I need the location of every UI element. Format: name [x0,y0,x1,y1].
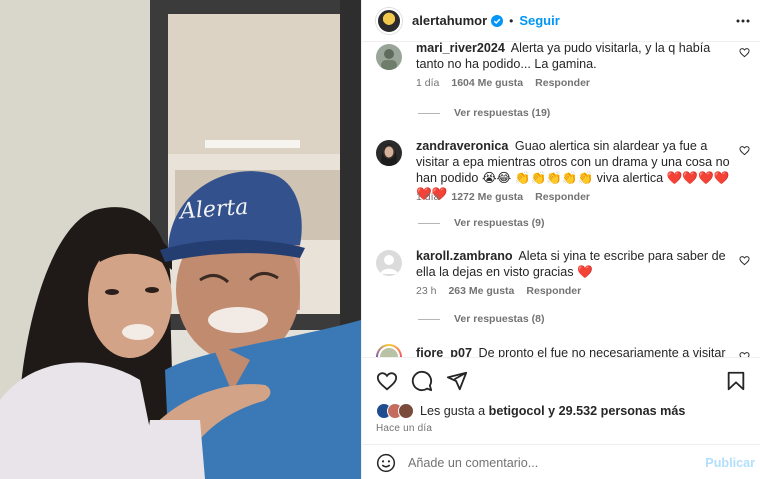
comment-age[interactable]: 1 día [416,191,439,203]
comment-heart-emoji: ❤️ [577,265,593,279]
share-send-icon[interactable] [446,370,468,392]
publish-button[interactable]: Publicar [705,456,755,470]
comment-age[interactable]: 1 día [416,77,439,89]
commenter-avatar[interactable] [376,140,402,166]
like-comment-icon[interactable] [739,47,750,58]
header-separator: • [509,13,514,28]
reply-button[interactable]: Responder [535,77,590,89]
reply-button[interactable]: Responder [535,191,590,203]
comment-text: karoll.zambrano Aleta si yina te escribe… [416,248,741,280]
like-heart-icon[interactable] [376,370,398,392]
post-timestamp[interactable]: Hace un día [376,423,432,434]
like-comment-icon[interactable] [739,255,750,266]
likes-prefix: Les gusta a [420,404,486,418]
follow-button[interactable]: Seguir [519,13,559,28]
comment-username[interactable]: karoll.zambrano [416,249,513,263]
commenter-avatar[interactable] [376,250,402,276]
comment-meta: 1 día 1272 Me gusta Responder [416,191,590,203]
comment-input[interactable] [408,455,698,470]
view-replies-label: Ver respuestas (9) [454,217,545,229]
likes-count[interactable]: y 29.532 personas más [548,404,685,418]
comment-username[interactable]: fiore_p07 [416,346,472,357]
more-options-icon[interactable] [735,13,751,29]
view-replies-button[interactable]: Ver respuestas (8) [418,313,544,325]
author-username[interactable]: alertahumor [412,13,487,28]
likes-summary: Les gusta a betigocol y 29.532 personas … [376,403,685,419]
commenter-avatar[interactable] [376,44,402,70]
author-avatar[interactable] [376,7,402,34]
reply-button[interactable]: Responder [526,285,581,297]
comment-meta: 23 h 263 Me gusta Responder [416,285,581,297]
bookmark-save-icon[interactable] [725,370,747,392]
comment-meta: 1 día 1604 Me gusta Responder [416,77,590,89]
view-replies-label: Ver respuestas (19) [454,107,551,119]
post-actions: Les gusta a betigocol y 29.532 personas … [362,357,760,479]
view-replies-label: Ver respuestas (8) [454,313,545,325]
comment-likes[interactable]: 263 Me gusta [448,285,514,297]
comment-age[interactable]: 23 h [416,285,436,297]
liked-by-username[interactable]: betigocol [489,404,545,418]
comment-likes[interactable]: 1604 Me gusta [451,77,523,89]
comment-bubble-icon[interactable] [411,370,433,392]
comment-text: fiore_p07 De pronto el fue no necesariam… [416,345,741,357]
liker-avatars[interactable] [376,403,414,419]
post-sidebar: alertahumor • Seguir mari_river2024 Aler… [361,0,760,479]
post-photo[interactable]: Alerta [0,0,361,479]
add-comment-bar: Publicar [362,444,760,479]
comment-username[interactable]: mari_river2024 [416,42,505,55]
instagram-post-modal: Alerta alertahumor • Seguir mari_river20… [0,0,760,479]
emoji-picker-icon[interactable] [376,453,396,473]
photo-illustration: Alerta [0,0,361,479]
comments-list[interactable]: mari_river2024 Alerta ya pudo visitarla,… [362,42,760,357]
action-icons [376,370,468,392]
like-comment-icon[interactable] [739,145,750,156]
commenter-avatar-story[interactable] [376,344,402,357]
comment-likes[interactable]: 1272 Me gusta [451,191,523,203]
post-header: alertahumor • Seguir [362,0,760,42]
view-replies-button[interactable]: Ver respuestas (19) [418,107,550,119]
cap-text: Alerta [177,195,249,225]
verified-badge-icon [491,14,504,27]
view-replies-button[interactable]: Ver respuestas (9) [418,217,544,229]
comment-text: mari_river2024 Alerta ya pudo visitarla,… [416,42,741,72]
comment-username[interactable]: zandraveronica [416,139,508,153]
